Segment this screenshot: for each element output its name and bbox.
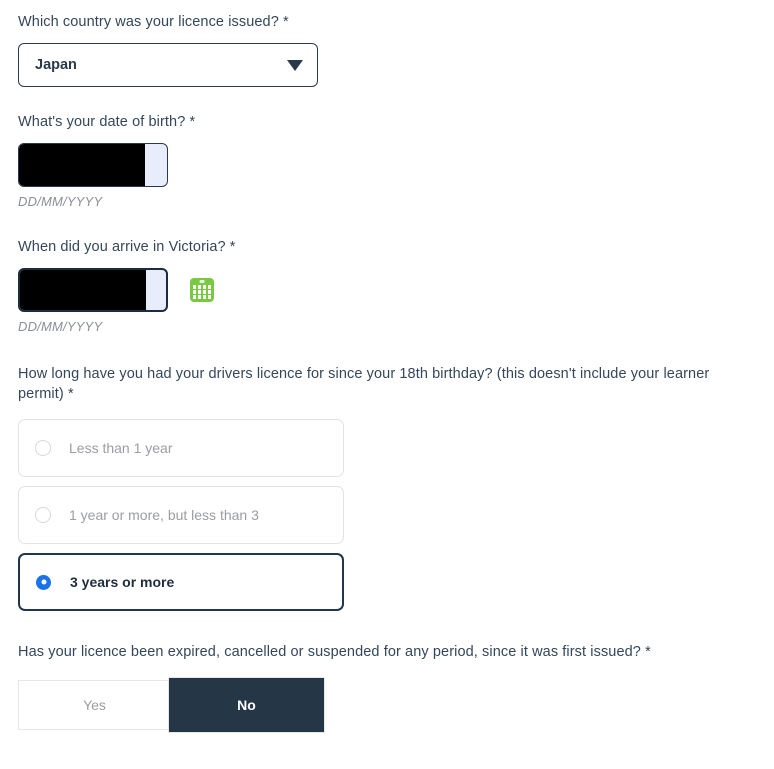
arrival-format-hint: DD/MM/YYYY [18,319,103,334]
country-question-label: Which country was your licence issued? * [18,14,289,30]
chevron-down-icon [287,59,303,71]
expiry-yes-button[interactable]: Yes [18,680,171,730]
country-select[interactable]: Japan [18,43,318,87]
expiry-toggle-group: Yes No [18,677,774,733]
country-field-group: Which country was your licence issued? *… [18,12,774,87]
radio-option-1-to-3-years[interactable]: 1 year or more, but less than 3 [18,486,344,544]
calendar-icon-grid [193,285,211,299]
radio-indicator [35,440,51,456]
radio-option-3-years-or-more[interactable]: 3 years or more [18,553,344,611]
calendar-icon[interactable] [190,278,214,302]
arrival-question-label: When did you arrive in Victoria? * [18,239,236,255]
radio-option-label: Less than 1 year [69,440,173,456]
dob-format-hint: DD/MM/YYYY [18,194,103,209]
licence-details-form: Which country was your licence issued? *… [0,0,774,733]
arrival-input-row [18,268,774,312]
radio-option-label: 3 years or more [70,574,175,590]
radio-indicator-selected [36,574,51,590]
radio-option-label: 1 year or more, but less than 3 [69,507,259,523]
dob-input[interactable] [18,143,168,187]
dob-redaction-overlay [19,144,145,186]
arrival-redaction-overlay [20,270,146,310]
licence-duration-field-group: How long have you had your drivers licen… [18,364,774,611]
country-select-value: Japan [35,57,77,73]
radio-indicator [35,507,51,523]
arrival-field-group: When did you arrive in Victoria? * DD/MM… [18,237,774,334]
dob-input-row [18,143,774,187]
dob-field-group: What's your date of birth? * DD/MM/YYYY [18,112,774,209]
expiry-no-button[interactable]: No [168,677,325,733]
radio-option-less-than-1-year[interactable]: Less than 1 year [18,419,344,477]
dob-question-label: What's your date of birth? * [18,114,196,130]
licence-duration-options: Less than 1 year 1 year or more, but les… [18,419,774,611]
expiry-question-label: Has your licence been expired, cancelled… [18,644,651,660]
calendar-icon-tab [199,279,205,283]
arrival-input[interactable] [18,268,168,312]
expiry-field-group: Has your licence been expired, cancelled… [18,642,774,733]
licence-duration-question-label: How long have you had your drivers licen… [18,366,710,402]
